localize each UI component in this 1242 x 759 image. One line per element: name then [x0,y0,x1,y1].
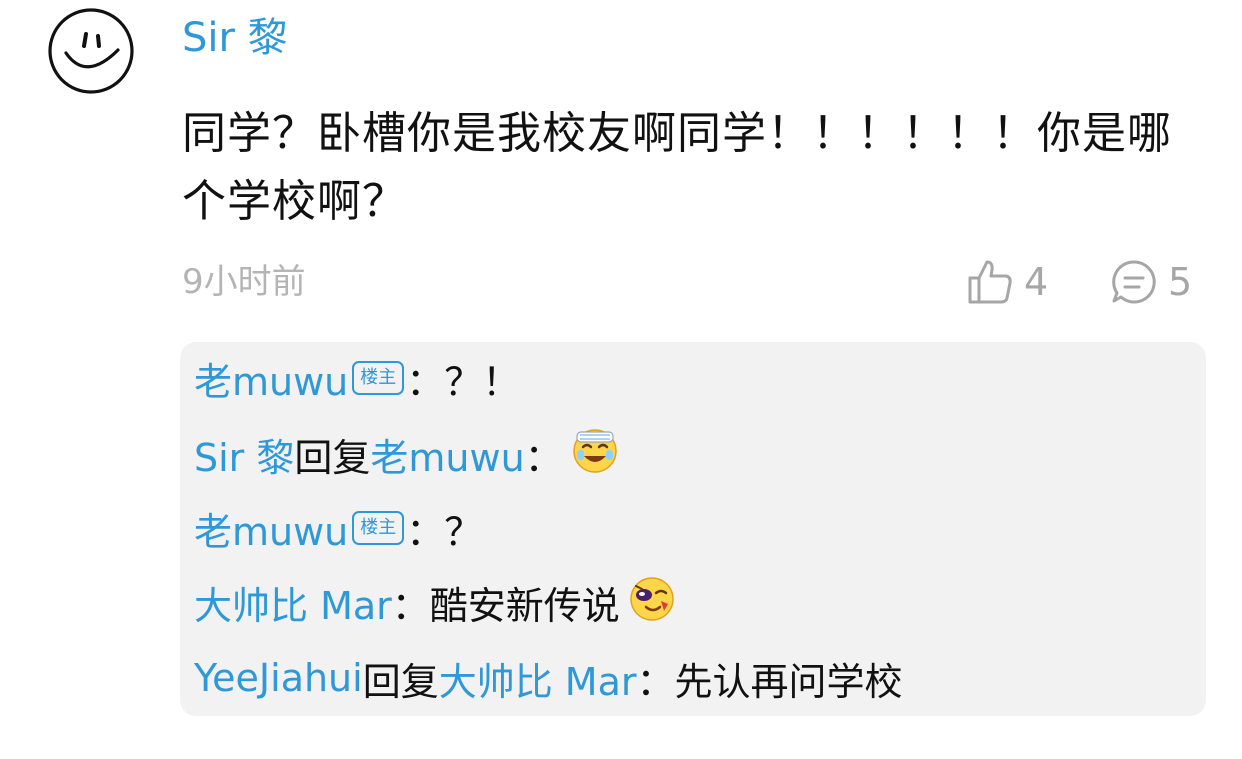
reply-count: 5 [1168,260,1193,304]
reply-author[interactable]: YeeJiahui [194,656,363,700]
reply-target[interactable]: 老muwu [370,427,524,482]
reply-button[interactable]: 5 [1110,256,1192,308]
reply-text: ？ [444,509,483,554]
like-button[interactable]: 4 [966,256,1048,308]
reply-text: 酷安新传说 [429,583,620,628]
thumbs-up-icon [968,260,1012,304]
comment-time: 9小时前 [182,262,306,302]
reply-separator: ： [636,659,675,704]
op-badge: 楼主 [352,361,405,395]
reply-item[interactable]: YeeJiahui 回复 大帅比 Mar ： 先认再问学校 [194,650,903,706]
reply-author[interactable]: Sir 黎 [194,427,294,482]
reply-text: ？！ [444,359,521,404]
reply-verb: 回复 [294,435,371,480]
winking-emoji-icon [628,574,676,631]
laughing-tears-emoji-icon [571,426,619,483]
smiley-face-icon [48,8,134,94]
reply-separator: ： [406,509,445,554]
reply-item[interactable]: 老muwu 楼主 ： ？！ [194,350,520,406]
reply-item[interactable]: Sir 黎 回复 老muwu ： [194,426,619,482]
op-badge: 楼主 [352,511,405,545]
comment-bubble-icon [1112,260,1156,304]
reply-separator: ： [406,359,445,404]
avatar[interactable] [46,6,136,96]
reply-author[interactable]: 老muwu [194,351,348,406]
reply-separator: ： [391,583,430,628]
reply-verb: 回复 [362,659,439,704]
reply-item[interactable]: 大帅比 Mar ： 酷安新传说 [194,574,676,630]
comment-text: 同学？卧槽你是我校友啊同学！！！！！！你是哪个学校啊？ [182,108,1172,227]
reply-author[interactable]: 大帅比 Mar [194,575,392,630]
reply-text: 先认再问学校 [674,659,903,704]
reply-author[interactable]: 老muwu [194,501,348,556]
like-count: 4 [1024,260,1049,304]
reply-separator: ： [524,435,563,480]
reply-list[interactable]: 老muwu 楼主 ： ？！ Sir 黎 回复 老muwu ： 老muwu 楼主 … [180,342,1206,716]
reply-target[interactable]: 大帅比 Mar [439,651,637,706]
comment-username[interactable]: Sir 黎 [182,12,288,64]
reply-item[interactable]: 老muwu 楼主 ： ？ [194,500,482,556]
